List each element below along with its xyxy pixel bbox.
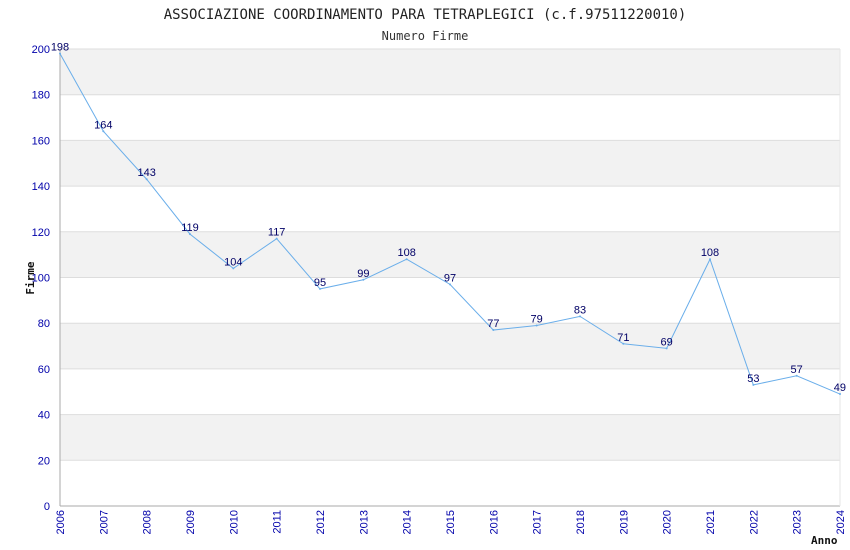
background-band — [60, 186, 840, 232]
data-label: 57 — [791, 364, 803, 376]
background-band — [60, 368, 840, 415]
data-label: 79 — [531, 313, 543, 325]
data-label: 83 — [574, 304, 586, 316]
data-label: 117 — [268, 227, 286, 239]
y-tick-label: 200 — [32, 44, 50, 56]
x-tick-label: 2017 — [532, 510, 544, 534]
y-tick-label: 40 — [38, 410, 50, 422]
y-tick-label: 120 — [32, 227, 50, 239]
background-band — [60, 140, 840, 187]
data-label: 143 — [137, 167, 155, 179]
data-label: 97 — [444, 272, 456, 284]
y-tick-label: 80 — [38, 318, 50, 330]
x-tick-label: 2013 — [358, 510, 370, 534]
x-tick-label: 2014 — [402, 510, 414, 534]
data-label: 104 — [224, 256, 242, 268]
y-tick-label: 60 — [38, 364, 50, 376]
y-tick-label: 20 — [38, 455, 50, 467]
data-label: 119 — [181, 222, 199, 234]
line-chart: ASSOCIAZIONE COORDINAMENTO PARA TETRAPLE… — [24, 7, 847, 547]
data-label: 99 — [357, 268, 369, 280]
x-tick-label: 2008 — [142, 510, 154, 534]
background-band — [60, 94, 840, 141]
x-tick-label: 2015 — [445, 510, 457, 534]
x-tick-label: 2012 — [315, 510, 327, 534]
y-tick-label: 140 — [32, 181, 50, 193]
x-tick-label: 2009 — [185, 510, 197, 534]
x-tick-label: 2021 — [705, 510, 717, 534]
background-band — [60, 231, 840, 278]
data-label: 53 — [747, 373, 759, 385]
data-label: 95 — [314, 277, 326, 289]
x-tick-label: 2018 — [575, 510, 587, 534]
data-label: 198 — [51, 42, 69, 54]
x-tick-label: 2011 — [272, 510, 284, 534]
chart-subtitle: Numero Firme — [382, 29, 469, 43]
x-tick-label: 2016 — [488, 510, 500, 534]
x-tick-label: 2023 — [792, 510, 804, 534]
data-label: 69 — [661, 336, 673, 348]
data-label: 77 — [487, 318, 499, 330]
x-tick-label: 2010 — [228, 510, 240, 534]
x-axis-label: Anno — [811, 534, 838, 547]
background-band — [60, 49, 840, 95]
data-label: 49 — [834, 382, 846, 394]
background-band — [60, 414, 840, 461]
x-tick-label: 2007 — [98, 510, 110, 534]
x-tick-label: 2006 — [55, 510, 67, 534]
x-tick-label: 2019 — [618, 510, 630, 534]
data-label: 71 — [617, 332, 629, 344]
x-tick-labels: 2006 2007 2008 2009 2010 2011 2012 2013 2014 2015… — [55, 510, 847, 534]
data-label: 108 — [397, 247, 415, 259]
y-axis-label: Firme — [24, 261, 37, 294]
x-tick-label: 2022 — [748, 510, 760, 534]
background-band — [60, 323, 840, 369]
chart-title: ASSOCIAZIONE COORDINAMENTO PARA TETRAPLE… — [164, 7, 687, 23]
y-tick-label: 0 — [44, 501, 50, 513]
background-band — [60, 460, 840, 506]
y-tick-label: 180 — [32, 90, 50, 102]
x-tick-label: 2020 — [662, 510, 674, 534]
y-tick-label: 160 — [32, 135, 50, 147]
data-label: 108 — [701, 247, 719, 259]
x-tick-label: 2024 — [835, 510, 847, 534]
data-label: 164 — [94, 119, 112, 131]
